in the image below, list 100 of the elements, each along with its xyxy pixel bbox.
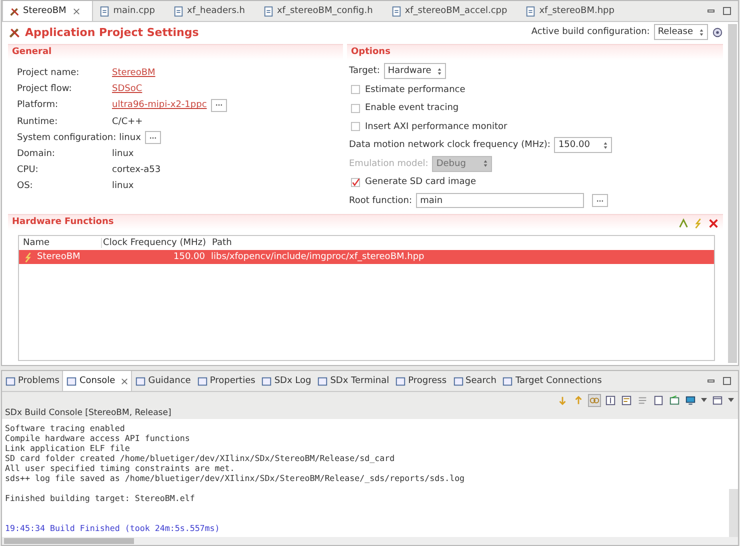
field-label: Domain: — [17, 149, 56, 160]
view-icon — [261, 376, 272, 386]
build-config-select[interactable]: Release — [654, 24, 708, 40]
checkbox-label[interactable]: Insert AXI performance monitor — [365, 122, 508, 132]
console-line: sds++ log file saved as /home/bluetiger/dev/XIlinx/SDx/StereoBM/Release/_sds/reports/sds.log — [5, 473, 466, 483]
scrollbar[interactable] — [728, 24, 737, 363]
table-cell: StereoBM — [37, 252, 80, 262]
input-field[interactable]: main — [416, 193, 584, 208]
section-header: Options — [347, 44, 723, 60]
column-header[interactable]: Name — [19, 238, 102, 248]
view-tab[interactable]: Console — [62, 371, 132, 391]
field-label: CPU: — [17, 165, 40, 176]
option-label: Data motion network clock frequency (MHz): — [349, 140, 550, 150]
section-header: Hardware Functions — [8, 214, 723, 230]
field-link[interactable]: StereoBM — [112, 68, 156, 78]
view-tab[interactable]: Target Connections — [499, 371, 605, 391]
maximize-icon[interactable] — [722, 6, 732, 16]
editor-tab[interactable]: StereoBM — [2, 1, 94, 21]
view-tab[interactable]: Problems — [2, 371, 62, 391]
file-icon — [99, 6, 110, 16]
view-tab[interactable]: SDx Log — [258, 371, 314, 391]
close-icon[interactable] — [73, 8, 80, 14]
field-value: linux — [112, 181, 134, 192]
caret-icon[interactable] — [701, 398, 707, 402]
checkbox[interactable] — [351, 104, 360, 113]
view-tab[interactable]: Properties — [194, 371, 258, 391]
file-icon — [173, 6, 184, 16]
console-line: Link application ELF file — [5, 443, 131, 453]
link-icon[interactable] — [589, 394, 600, 406]
file-icon — [525, 6, 536, 16]
spinner-arrows-icon[interactable] — [603, 140, 608, 150]
ellipsis-icon — [596, 198, 604, 203]
field-link[interactable]: SDSoC — [112, 84, 142, 94]
table-cell-text: 150.00 — [172, 252, 206, 262]
field-value: linux — [119, 132, 141, 143]
editor-tab[interactable]: xf_stereoBM_accel.cpp — [384, 1, 520, 21]
checkbox[interactable] — [351, 122, 360, 132]
field-label: Project flow: — [17, 84, 73, 94]
view-tab[interactable]: SDx Terminal — [314, 371, 392, 391]
add-function-icon[interactable] — [678, 218, 689, 229]
build-config-label: Active build configuration: — [531, 27, 650, 37]
console-line: Software tracing enabled — [5, 423, 126, 433]
frequency-spinner[interactable]: 150.00 — [554, 137, 612, 154]
column-header[interactable]: Path — [209, 238, 232, 248]
maximize-icon[interactable] — [722, 376, 732, 386]
checkbox-label[interactable]: Estimate performance — [365, 84, 466, 95]
delete-icon[interactable] — [708, 218, 719, 229]
view-tab[interactable]: Search — [450, 371, 500, 391]
section-header: General — [8, 44, 343, 60]
document-icon[interactable] — [653, 394, 664, 406]
view-icon — [317, 376, 328, 386]
console-line: All user specified timing constraints are met. — [5, 463, 236, 473]
option-label: Target: — [349, 66, 380, 76]
word-wrap-icon[interactable] — [621, 394, 632, 406]
field-value: cortex-a53 — [112, 165, 161, 176]
editor-tab[interactable]: xf_stereoBM.hpp — [519, 1, 626, 21]
field-label: OS: — [17, 181, 34, 192]
editor-tab[interactable]: main.cpp — [93, 1, 167, 21]
caret-icon[interactable] — [728, 398, 734, 402]
scrollbar[interactable] — [4, 538, 134, 544]
editor-tab[interactable]: xf_stereoBM_config.h — [256, 1, 385, 21]
tools-icon — [9, 6, 20, 16]
page-title: Application Project Settings — [25, 26, 199, 38]
field-label: Platform: — [17, 100, 59, 110]
checkbox-label[interactable]: Enable event tracing — [365, 103, 459, 114]
ellipsis-icon — [148, 136, 157, 140]
scrollbar[interactable] — [729, 489, 738, 537]
view-tab[interactable]: Guidance — [132, 371, 194, 391]
column-header[interactable]: Clock Frequency (MHz) — [102, 238, 209, 248]
tools-icon — [8, 26, 21, 38]
field-label: Project name: — [17, 68, 80, 78]
field-label: Runtime: — [17, 116, 59, 127]
field-value: linux — [112, 149, 134, 160]
field-value: C/C++ — [112, 116, 143, 127]
view-icon — [452, 376, 464, 386]
view-icon — [5, 376, 16, 386]
file-icon — [262, 6, 274, 16]
console-line: SD card folder created /home/bluetiger/dev/XIlinx/SDx/StereoBM/Release/sd_card — [5, 453, 396, 463]
table-cell-text: libs/xfopencv/include/imgproc/xf_stereoBM.hpp — [210, 252, 424, 262]
checkbox[interactable] — [351, 85, 360, 94]
monitor-icon[interactable] — [685, 394, 696, 406]
new-window-icon[interactable] — [712, 394, 723, 406]
close-icon[interactable] — [121, 378, 128, 384]
spinner-arrows-icon[interactable] — [699, 28, 704, 36]
view-tab[interactable]: Progress — [392, 371, 450, 391]
view-icon — [395, 376, 406, 386]
ellipsis-icon — [214, 103, 223, 108]
option-select[interactable]: Hardware — [384, 63, 446, 80]
field-label: System configuration: — [17, 132, 116, 143]
spinner-arrows-icon[interactable] — [437, 66, 442, 76]
file-icon — [390, 6, 402, 16]
console-line: Finished building target: StereoBM.elf — [5, 493, 196, 503]
checkbox[interactable] — [351, 178, 360, 187]
editor-tab[interactable]: xf_headers.h — [167, 1, 257, 21]
field-link[interactable]: ultra96-mipi-x2-1ppc — [112, 100, 207, 110]
view-icon — [135, 376, 146, 386]
checkbox-label[interactable]: Generate SD card image — [365, 177, 476, 188]
console-title: SDx Build Console [StereoBM, Release] — [2, 408, 738, 419]
option-label: Root function: — [349, 196, 412, 206]
scroll-lock-icon[interactable] — [605, 394, 616, 406]
